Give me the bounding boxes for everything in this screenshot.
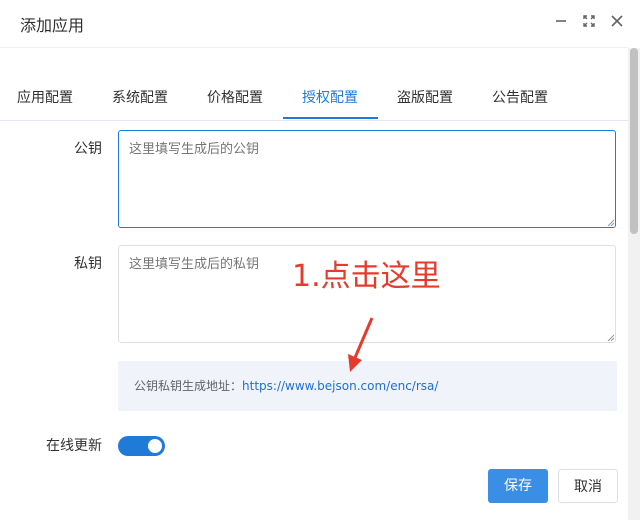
private-key-label: 私钥 bbox=[74, 256, 102, 272]
tab-piracy-config[interactable]: 盗版配置 bbox=[397, 78, 453, 118]
public-key-input[interactable] bbox=[118, 130, 616, 228]
annotation-text: 1.点击这里 bbox=[292, 259, 441, 294]
annotation-arrow-icon bbox=[348, 317, 374, 372]
tab-app-config[interactable]: 应用配置 bbox=[17, 78, 73, 118]
add-app-dialog: 添加应用 应用配置 系统配置 价格配置 授权配置 盗版配置 公告配置 公钥 私钥 bbox=[0, 0, 640, 520]
public-key-label: 公钥 bbox=[74, 141, 102, 157]
tab-bar: 应用配置 系统配置 价格配置 授权配置 盗版配置 公告配置 bbox=[0, 78, 628, 121]
close-icon[interactable] bbox=[608, 12, 626, 30]
tab-auth-config[interactable]: 授权配置 bbox=[302, 78, 358, 118]
minimize-icon[interactable] bbox=[552, 12, 570, 30]
window-controls bbox=[552, 12, 626, 30]
online-update-label: 在线更新 bbox=[46, 438, 102, 454]
toggle-knob bbox=[148, 439, 162, 453]
tab-notice-config[interactable]: 公告配置 bbox=[492, 78, 548, 118]
tab-price-config[interactable]: 价格配置 bbox=[207, 78, 263, 118]
save-button[interactable]: 保存 bbox=[488, 469, 548, 503]
info-prefix: 公钥私钥生成地址： bbox=[134, 379, 243, 393]
resize-grip-icon[interactable] bbox=[607, 219, 614, 226]
maximize-icon[interactable] bbox=[580, 12, 598, 30]
active-tab-indicator bbox=[283, 117, 378, 119]
header-divider bbox=[0, 47, 628, 48]
rsa-generator-link[interactable]: https://www.bejson.com/enc/rsa/ bbox=[242, 379, 438, 393]
tab-system-config[interactable]: 系统配置 bbox=[112, 78, 168, 118]
online-update-toggle[interactable] bbox=[118, 436, 165, 456]
resize-grip-icon[interactable] bbox=[607, 334, 614, 341]
scrollbar[interactable] bbox=[628, 48, 640, 520]
scrollbar-thumb[interactable] bbox=[630, 48, 638, 234]
dialog-title: 添加应用 bbox=[20, 16, 85, 35]
cancel-button[interactable]: 取消 bbox=[558, 469, 618, 503]
